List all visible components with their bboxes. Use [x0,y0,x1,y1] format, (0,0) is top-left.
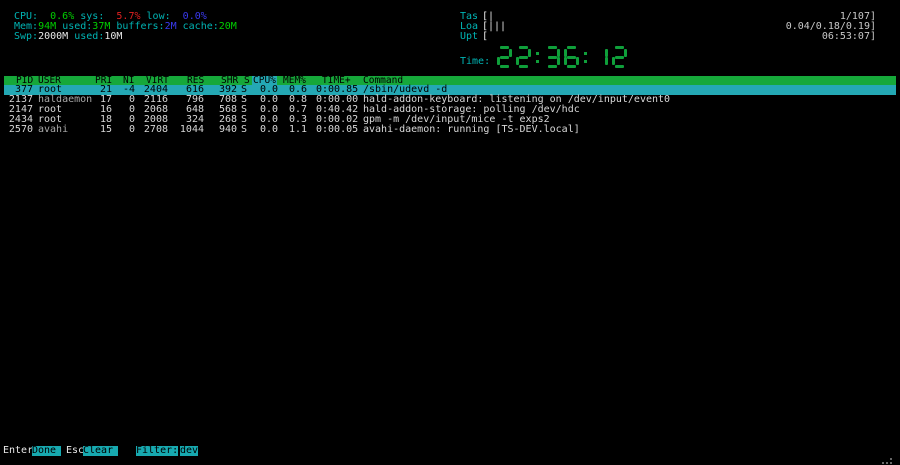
done-button[interactable]: Done [32,446,61,456]
clock-colon [583,46,589,68]
clear-button[interactable]: Clear [83,446,118,456]
row-time: 0:00.05 [316,124,359,135]
filter-label: Filter: [136,445,179,456]
time-label: Time: [460,56,491,67]
uptime-bar: [ [482,31,489,42]
row-user: avahi [38,124,69,135]
mem-cache: 20M [218,21,237,32]
swp-used-label: used: [74,31,105,42]
clock-digit [593,46,608,68]
column-header: PID USER PRI NI VIRT RES SHR S CPU% MEM%… [4,76,896,85]
process-row[interactable]: 2570 avahi 15 0 2708 1044 940 S 0.0 1.1 0:00.05 ava… [0,125,900,135]
row-command: avahi-daemon: running [TS-DEV.local] [363,124,580,135]
row-ni: 0 [128,124,135,135]
resize-grip-icon[interactable] [878,458,894,464]
swp-total: 2000M [38,31,69,42]
row-pri: 15 [99,124,112,135]
clock-colon [535,46,541,68]
swap-meter: Swp:2000M used:10M [14,32,122,42]
clock-digit [516,46,531,68]
swp-label: Swp: [14,31,39,42]
row-shr: 940 [218,124,237,135]
swp-used: 10M [104,31,123,42]
enter-key: Enter [3,445,34,456]
mem-buffers-label: buffers: [116,21,165,32]
filter-input[interactable]: dev [180,446,199,456]
row-state: S [241,124,248,135]
clock-digit [612,46,627,68]
row-pid: 2570 [8,124,33,135]
uptime-label: Upt [460,31,479,42]
row-virt: 2708 [143,124,168,135]
row-res: 1044 [179,124,204,135]
function-bar: Enter Done Esc Clear Filter: dev [0,446,900,456]
esc-key: Esc [66,445,85,456]
row-cpu: 0.0 [259,124,278,135]
clock-digit [564,46,579,68]
uptime-value: 06:53:07] [821,31,876,42]
clock-digit [497,46,512,68]
mem-cache-label: cache: [182,21,219,32]
row-mem: 1.1 [288,124,307,135]
mem-buffers: 2M [164,21,177,32]
clock-digit [545,46,560,68]
big-clock [497,44,631,70]
